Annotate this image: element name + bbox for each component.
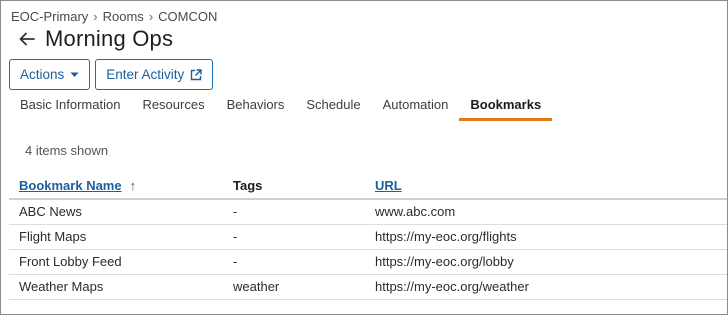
enter-activity-label: Enter Activity [106, 67, 185, 82]
tags-cell: - [223, 224, 365, 250]
arrow-left-icon[interactable] [17, 29, 37, 49]
column-header-url[interactable]: URL [365, 173, 727, 200]
bookmarks-table: Bookmark Name ↑ Tags URL ABC News - www.a… [9, 173, 727, 300]
table-row[interactable]: Front Lobby Feed - https://my-eoc.org/lo… [9, 249, 727, 275]
table-row[interactable]: Flight Maps - https://my-eoc.org/flights [9, 224, 727, 250]
column-header-label: Bookmark Name [19, 178, 122, 193]
breadcrumb-separator: › [93, 9, 98, 24]
external-link-icon [190, 68, 203, 81]
tab-bookmarks[interactable]: Bookmarks [459, 93, 553, 121]
url-cell: https://my-eoc.org/weather [365, 274, 727, 300]
column-header-bookmark-name[interactable]: Bookmark Name ↑ [9, 173, 223, 200]
tab-schedule[interactable]: Schedule [295, 93, 371, 121]
table-header-row: Bookmark Name ↑ Tags URL [9, 173, 727, 200]
tab-bar: Basic Information Resources Behaviors Sc… [9, 93, 553, 121]
column-header-tags: Tags [223, 173, 365, 200]
url-cell: https://my-eoc.org/lobby [365, 249, 727, 275]
breadcrumb: EOC-Primary › Rooms › COMCON [11, 9, 217, 24]
bookmark-name-cell: ABC News [9, 199, 223, 225]
actions-button-label: Actions [20, 67, 65, 82]
bookmark-name-cell: Flight Maps [9, 224, 223, 250]
url-cell: https://my-eoc.org/flights [365, 224, 727, 250]
window-frame: EOC-Primary › Rooms › COMCON Morning Ops… [0, 0, 728, 315]
breadcrumb-separator: › [148, 9, 154, 24]
bookmark-name-cell: Weather Maps [9, 274, 223, 300]
breadcrumb-item-comcon[interactable]: COMCON [158, 9, 217, 24]
table-row[interactable]: Weather Maps weather https://my-eoc.org/… [9, 274, 727, 300]
page-title: Morning Ops [45, 26, 174, 51]
caret-down-icon [70, 72, 79, 78]
tags-cell: weather [223, 274, 365, 300]
tags-cell: - [223, 199, 365, 225]
items-count: 4 items shown [25, 143, 109, 158]
tab-automation[interactable]: Automation [372, 93, 460, 121]
tab-basic-information[interactable]: Basic Information [9, 93, 131, 121]
breadcrumb-item-eoc-primary[interactable]: EOC-Primary [11, 9, 88, 24]
title-row: Morning Ops [17, 26, 173, 52]
tab-behaviors[interactable]: Behaviors [216, 93, 296, 121]
actions-button[interactable]: Actions [9, 59, 91, 90]
url-cell: www.abc.com [365, 199, 727, 225]
sort-ascending-icon: ↑ [129, 178, 137, 193]
bookmark-name-cell: Front Lobby Feed [9, 249, 223, 275]
breadcrumb-item-rooms[interactable]: Rooms [103, 9, 144, 24]
action-buttons: Actions Enter Activity [9, 59, 214, 90]
tab-resources[interactable]: Resources [131, 93, 215, 121]
table-row[interactable]: ABC News - www.abc.com [9, 199, 727, 225]
tags-cell: - [223, 249, 365, 275]
enter-activity-button[interactable]: Enter Activity [95, 59, 214, 90]
